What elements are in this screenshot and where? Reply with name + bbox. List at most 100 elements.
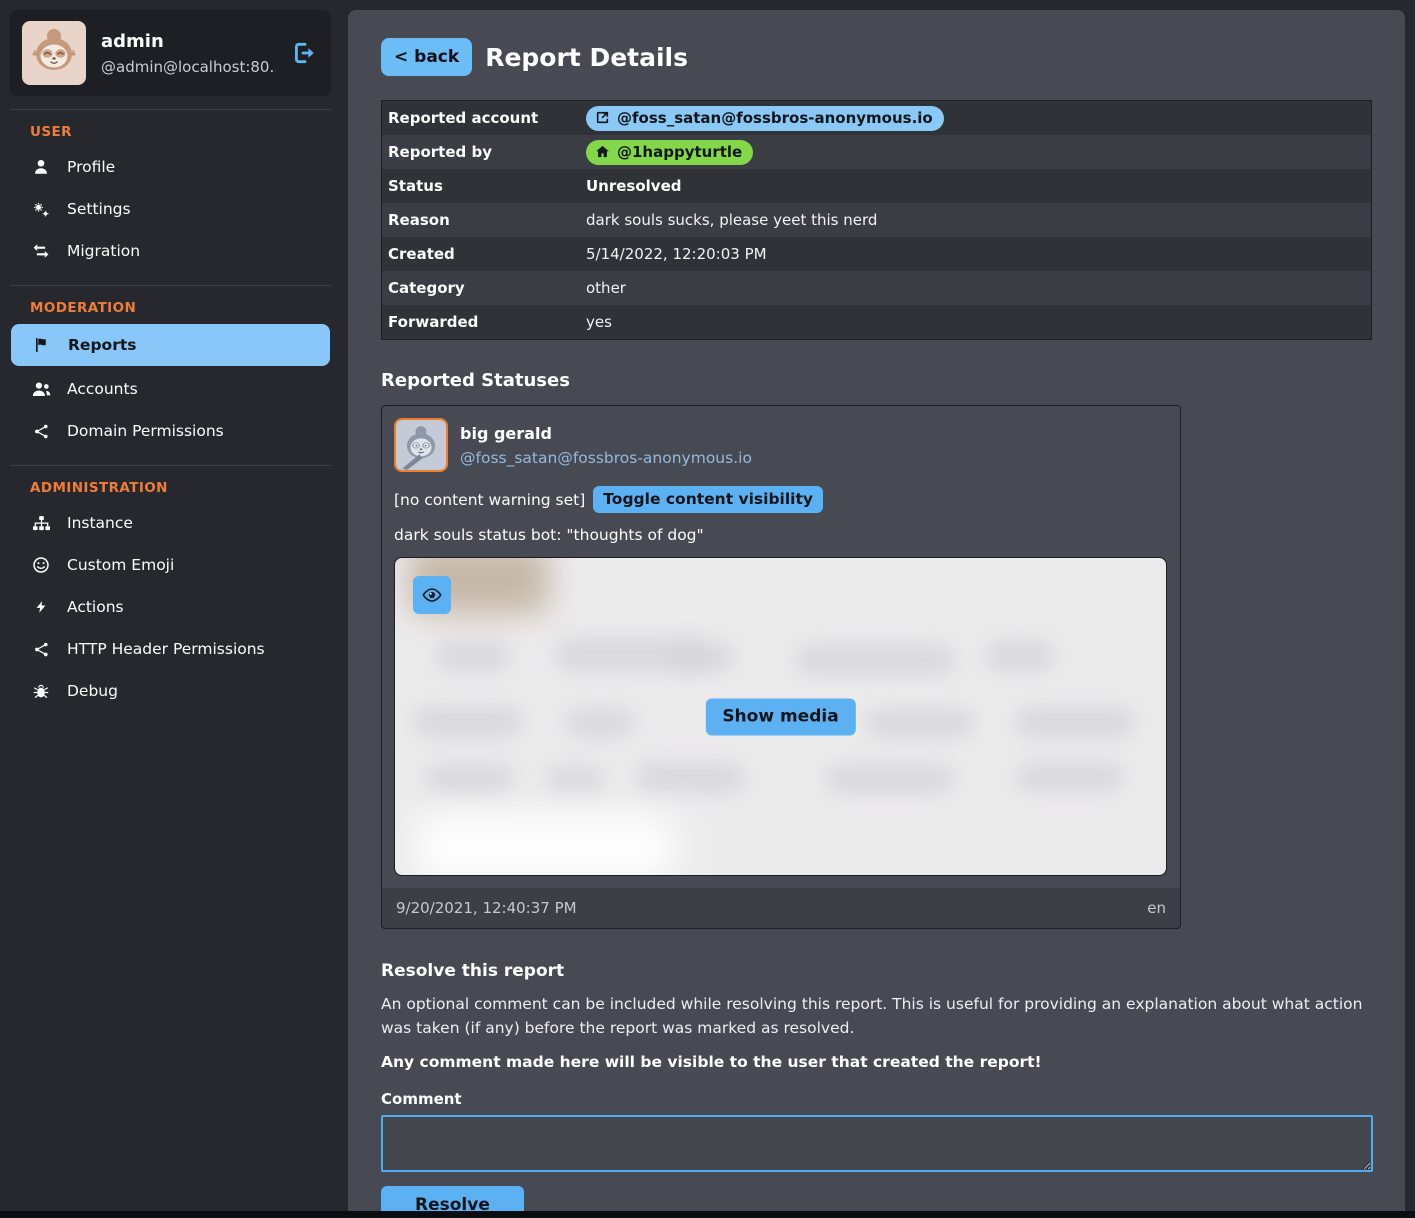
status-avatar: [394, 418, 448, 472]
detail-row-reported-by: Reported by @1happyturtle: [382, 135, 1371, 169]
resolve-heading: Resolve this report: [381, 961, 1372, 981]
report-details-table: Reported account @foss_satan@fossbros-an…: [381, 100, 1372, 340]
sidebar-item-label: Settings: [67, 200, 131, 218]
status-header: big gerald @foss_satan@fossbros-anonymou…: [394, 418, 1168, 472]
sidebar-item-label: Custom Emoji: [67, 556, 174, 574]
blur-blob: [635, 762, 745, 794]
sitemap-icon: [30, 513, 52, 533]
gears-icon: [30, 199, 52, 219]
reporter-badge[interactable]: @1happyturtle: [586, 140, 753, 165]
status-timestamp: 9/20/2021, 12:40:37 PM: [396, 899, 577, 917]
sidebar-item-label: Instance: [67, 514, 133, 532]
section-label-user: USER: [10, 120, 331, 146]
detail-label: Category: [388, 279, 586, 297]
blur-blob: [1015, 762, 1125, 792]
sidebar-item-reports[interactable]: Reports: [11, 324, 330, 366]
blur-blob: [435, 640, 510, 672]
back-button[interactable]: < back: [381, 38, 472, 76]
created-value: 5/14/2022, 12:20:03 PM: [586, 245, 1365, 263]
toggle-content-visibility-button[interactable]: Toggle content visibility: [593, 486, 823, 513]
report-details-panel: < back Report Details Reported account @…: [348, 10, 1405, 1218]
content-warning-row: [no content warning set] Toggle content …: [394, 486, 1168, 513]
user-card[interactable]: admin @admin@localhost:80...: [10, 10, 331, 96]
sidebar-item-migration[interactable]: Migration: [10, 230, 331, 272]
section-label-administration: ADMINISTRATION: [10, 476, 331, 502]
reporter-handle: @1happyturtle: [617, 143, 742, 161]
sidebar-item-label: Migration: [67, 242, 140, 260]
detail-row-created: Created 5/14/2022, 12:20:03 PM: [382, 237, 1371, 271]
reported-account-handle: @foss_satan@fossbros-anonymous.io: [617, 109, 933, 127]
blur-blob: [413, 706, 523, 738]
migration-arrows-icon: [30, 241, 52, 261]
page-title: Report Details: [485, 43, 688, 72]
sidebar-item-profile[interactable]: Profile: [10, 146, 331, 188]
detail-label: Reported by: [388, 143, 586, 161]
user-handle: @admin@localhost:80...: [101, 58, 276, 76]
bottom-strip: [0, 1211, 1415, 1218]
detail-label: Reported account: [388, 109, 586, 127]
user-meta: admin @admin@localhost:80...: [101, 31, 276, 76]
category-value: other: [586, 279, 1365, 297]
eye-toggle-button[interactable]: [413, 576, 451, 614]
show-media-button[interactable]: Show media: [705, 698, 855, 735]
share-nodes-icon: [30, 639, 52, 659]
smiley-icon: [30, 555, 52, 575]
detail-label: Reason: [388, 211, 586, 229]
user-avatar: [22, 21, 86, 85]
status-value: Unresolved: [586, 177, 1365, 195]
blur-blob: [865, 708, 975, 738]
sidebar-item-domain-permissions[interactable]: Domain Permissions: [10, 410, 331, 452]
sidebar-item-custom-emoji[interactable]: Custom Emoji: [10, 544, 331, 586]
comment-label: Comment: [381, 1090, 1372, 1108]
external-link-icon: [595, 110, 610, 125]
status-display-name: big gerald: [460, 424, 752, 443]
blur-blob: [565, 708, 635, 738]
bug-icon: [30, 681, 52, 701]
resolve-description: An optional comment can be included whil…: [381, 992, 1372, 1040]
status-names: big gerald @foss_satan@fossbros-anonymou…: [460, 424, 752, 467]
section-label-moderation: MODERATION: [10, 296, 331, 322]
reported-account-badge[interactable]: @foss_satan@fossbros-anonymous.io: [586, 106, 944, 131]
blur-blob: [795, 644, 955, 676]
sidebar-section-moderation: MODERATION Reports Accounts: [10, 285, 331, 452]
reported-statuses-heading: Reported Statuses: [381, 370, 1372, 391]
blur-blob: [675, 642, 735, 672]
blur-blob: [825, 764, 955, 794]
detail-row-reported-account: Reported account @foss_satan@fossbros-an…: [382, 101, 1371, 135]
status-language: en: [1147, 899, 1166, 917]
sidebar-item-instance[interactable]: Instance: [10, 502, 331, 544]
sidebar-item-label: HTTP Header Permissions: [67, 640, 265, 658]
users-icon: [30, 379, 52, 399]
blur-blob: [1015, 706, 1135, 738]
sidebar-item-label: Reports: [68, 336, 136, 354]
status-content-text: dark souls status bot: "thoughts of dog": [394, 526, 1168, 544]
sidebar-item-http-header-permissions[interactable]: HTTP Header Permissions: [10, 628, 331, 670]
gotosocial-admin-page: admin @admin@localhost:80... USER Profil…: [0, 0, 1415, 1218]
reason-value: dark souls sucks, please yeet this nerd: [586, 211, 1365, 229]
status-account-handle[interactable]: @foss_satan@fossbros-anonymous.io: [460, 449, 752, 467]
detail-row-reason: Reason dark souls sucks, please yeet thi…: [382, 203, 1371, 237]
sidebar-item-actions[interactable]: Actions: [10, 586, 331, 628]
forwarded-value: yes: [586, 313, 1365, 331]
sidebar-item-accounts[interactable]: Accounts: [10, 368, 331, 410]
sidebar-item-label: Actions: [67, 598, 124, 616]
sidebar-item-label: Domain Permissions: [67, 422, 224, 440]
sidebar-item-settings[interactable]: Settings: [10, 188, 331, 230]
logout-icon[interactable]: [291, 40, 317, 66]
comment-textarea[interactable]: [381, 1115, 1373, 1172]
detail-row-forwarded: Forwarded yes: [382, 305, 1371, 339]
blur-blob: [415, 813, 675, 876]
user-icon: [30, 157, 52, 177]
sidebar: admin @admin@localhost:80... USER Profil…: [10, 10, 331, 712]
sidebar-item-debug[interactable]: Debug: [10, 670, 331, 712]
sidebar-section-administration: ADMINISTRATION Instance: [10, 465, 331, 712]
detail-row-category: Category other: [382, 271, 1371, 305]
resolve-warning: Any comment made here will be visible to…: [381, 1053, 1372, 1071]
content-warning-text: [no content warning set]: [394, 491, 585, 509]
sidebar-item-label: Debug: [67, 682, 118, 700]
blur-blob: [545, 766, 605, 794]
sidebar-item-label: Profile: [67, 158, 115, 176]
house-icon: [595, 144, 610, 159]
header-row: < back Report Details: [381, 38, 1372, 76]
flag-icon: [31, 335, 53, 355]
